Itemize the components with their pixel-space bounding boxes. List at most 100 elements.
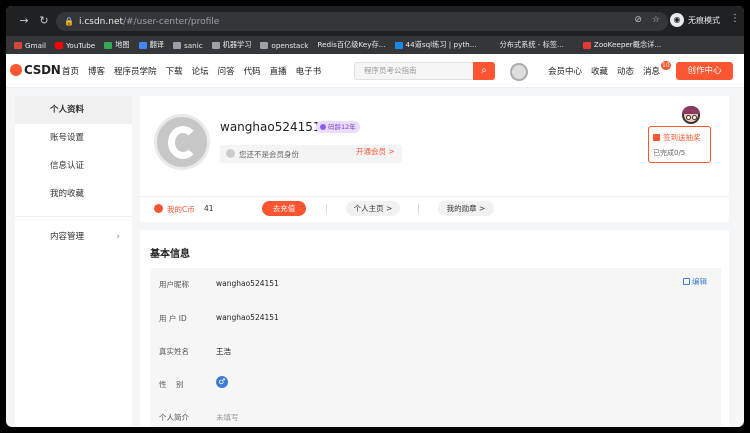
eye-off-icon[interactable]: ⊘ [634, 15, 642, 25]
badge-icon [320, 124, 326, 130]
nav-qa[interactable]: 问答 [218, 65, 235, 77]
section-title: 基本信息 [150, 249, 190, 260]
signin-progress: 已完成0/5 [653, 149, 686, 157]
search-icon: ⌕ [481, 65, 487, 76]
create-center-button[interactable]: 创作中心 [676, 62, 733, 80]
sidebar-item-account[interactable]: 账号设置 [15, 124, 132, 152]
csdn-logo-icon [10, 64, 22, 76]
bookmark-icon [138, 41, 147, 49]
nickname-value: wanghao524151 [216, 279, 279, 288]
sidebar-item-favorites[interactable]: 我的收藏 [15, 180, 132, 208]
divider [15, 216, 132, 217]
csdn-c-icon [168, 126, 198, 159]
nav-home[interactable]: 首页 [62, 65, 79, 77]
bookmarks-bar: Gmail YouTube 地图 翻译 sanic 机器学习 openstack… [6, 36, 744, 54]
male-icon: ♂ [216, 376, 228, 388]
user-nav: 会员中心 收藏 动态 消息 [548, 65, 660, 77]
user-id-value: wanghao524151 [216, 313, 279, 322]
nav-forum[interactable]: 论坛 [192, 65, 209, 77]
star-icon[interactable]: ☆ [652, 15, 660, 25]
field-label: 真实姓名 [159, 347, 189, 356]
bookmark-item[interactable]: 翻译 [138, 40, 164, 50]
open-membership-link[interactable]: 开通会员 > [356, 146, 395, 157]
c-coin-icon[interactable] [510, 63, 528, 81]
reload-icon[interactable]: ↻ [36, 14, 52, 27]
info-table: 编辑 用户昵称 wanghao524151 用 户 ID wanghao5241… [150, 268, 721, 427]
folder-icon [260, 41, 269, 49]
field-label: 用户昵称 [159, 280, 189, 289]
nav-vip-center[interactable]: 会员中心 [548, 65, 582, 77]
c-coin-balance: 41 [204, 204, 214, 213]
incognito-icon: ◉ [670, 13, 684, 27]
sidebar-item-verification[interactable]: 信息认证 [15, 152, 132, 180]
bookmark-item[interactable]: 地图 [104, 40, 130, 50]
gift-icon [653, 134, 660, 141]
field-label: 性 别 [159, 380, 184, 389]
more-menu-icon[interactable]: ⋮ [730, 13, 740, 24]
divider [326, 204, 327, 214]
bookmark-item[interactable]: sanic [173, 41, 203, 50]
bookmark-item[interactable]: Gmail [14, 41, 46, 50]
field-label: 用 户 ID [159, 314, 187, 323]
c-coin-label[interactable]: 我的C币 [167, 204, 195, 215]
sidebar-item-profile[interactable]: 个人资料 [15, 96, 132, 124]
signin-title: 签到送抽奖 [663, 133, 701, 142]
nav-blog[interactable]: 博客 [88, 65, 105, 77]
signin-lottery-card[interactable]: 签到送抽奖 已完成0/5 [648, 126, 711, 163]
folder-icon [173, 41, 181, 49]
coding-age-badge: 码龄12年 [316, 121, 360, 133]
bookmark-icon [104, 41, 113, 49]
vip-icon [226, 149, 235, 158]
username: wanghao524151 [220, 120, 321, 134]
bookmark-item[interactable]: 机器学习 [211, 40, 251, 50]
search-input[interactable]: 程序员考公指南 [354, 62, 474, 80]
browser-toolbar: → ↻ 🔒 i.csdn.net /#/user-center/profile … [6, 6, 744, 36]
nav-academy[interactable]: 程序员学院 [114, 65, 157, 77]
search-button[interactable]: ⌕ [473, 62, 495, 80]
bookmark-icon [582, 41, 591, 49]
nav-messages[interactable]: 消息 [643, 65, 660, 77]
recharge-button[interactable]: 去充值 [262, 201, 306, 216]
nav-code[interactable]: 代码 [244, 65, 261, 77]
medals-button[interactable]: 我的勋章 > [438, 201, 494, 216]
url-path: /#/user-center/profile [123, 16, 220, 27]
nav-favorites[interactable]: 收藏 [591, 65, 608, 77]
profile-stats: 我的C币 41 去充值 个人主页 > 我的勋章 > [140, 196, 729, 220]
bookmark-icon [14, 41, 22, 49]
bookmark-icon [394, 41, 403, 49]
bookmark-item[interactable]: ZooKeeper概念详... [582, 40, 661, 50]
bookmark-item[interactable]: 44道sql练习 | pyth... [394, 40, 477, 50]
homepage-button[interactable]: 个人主页 > [346, 201, 400, 216]
site-header: CSDN 首页 博客 程序员学院 下载 论坛 问答 代码 直播 电子书 程序员考… [6, 54, 744, 88]
bookmark-item[interactable]: Redis百亿级Key存... [317, 40, 385, 50]
bookmark-item[interactable]: 分布式系统 - 标签... [500, 40, 564, 50]
folder-icon [211, 41, 220, 49]
sidebar-item-label: 内容管理 [50, 232, 85, 242]
csdn-logo[interactable]: CSDN [10, 63, 61, 77]
field-label: 个人简介 [159, 413, 189, 422]
settings-sidebar: 个人资料 账号设置 信息认证 我的收藏 内容管理 › [15, 96, 132, 427]
nav-activity[interactable]: 动态 [617, 65, 634, 77]
forward-icon[interactable]: → [16, 14, 32, 27]
address-bar[interactable]: 🔒 i.csdn.net /#/user-center/profile ⊘ ☆ [56, 12, 668, 31]
incognito-indicator[interactable]: ◉ 无痕模式 [670, 13, 720, 27]
bookmark-item[interactable]: openstack [260, 41, 308, 50]
edit-button[interactable]: 编辑 [683, 276, 707, 287]
nav-download[interactable]: 下载 [166, 65, 183, 77]
message-count-badge: 10 [661, 61, 671, 70]
basic-info-card: 基本信息 编辑 用户昵称 wanghao524151 用 户 ID wangha… [140, 230, 729, 427]
lock-icon: 🔒 [64, 17, 74, 26]
top-nav: 首页 博客 程序员学院 下载 论坛 问答 代码 直播 电子书 [62, 65, 321, 77]
nav-ebook[interactable]: 电子书 [296, 65, 322, 77]
avatar[interactable] [154, 114, 210, 170]
bio-value: 未填写 [216, 413, 239, 422]
nav-live[interactable]: 直播 [270, 65, 287, 77]
edit-icon [683, 278, 690, 285]
chevron-right-icon: › [116, 232, 120, 242]
url-host: i.csdn.net [78, 16, 124, 27]
bookmark-item[interactable]: YouTube [54, 41, 95, 50]
sidebar-item-content[interactable]: 内容管理 › [15, 223, 132, 251]
browser-window: → ↻ 🔒 i.csdn.net /#/user-center/profile … [6, 6, 744, 427]
profile-card: wanghao524151 码龄12年 您还不是会员身份 开通会员 > 签到送抽… [140, 96, 729, 222]
c-coin-icon [154, 204, 163, 213]
